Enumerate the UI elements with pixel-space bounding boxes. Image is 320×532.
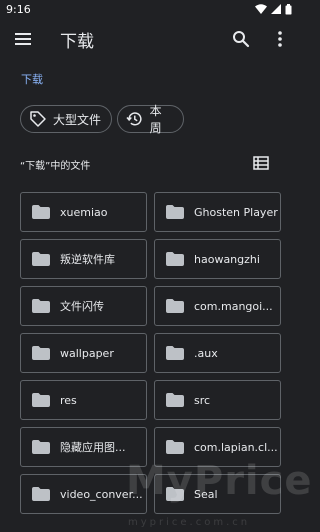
battery-icon [285, 3, 292, 14]
folder-icon [32, 393, 50, 407]
folder-tile[interactable]: Ghosten Player [154, 192, 281, 232]
folder-label: Seal [194, 487, 218, 501]
search-button[interactable] [231, 29, 251, 49]
status-time: 9:16 [6, 2, 31, 16]
folder-icon [32, 205, 50, 219]
folder-icon [166, 205, 184, 219]
hamburger-menu-icon [15, 33, 31, 45]
folder-tile[interactable]: src [154, 380, 281, 420]
list-view-button[interactable] [252, 155, 270, 171]
folder-label: com.mangoi... [194, 299, 273, 313]
folder-icon [32, 487, 50, 501]
section-title: “下载”中的文件 [20, 161, 91, 172]
more-vert-icon [278, 31, 282, 47]
watermark-url: myprice.com.cn [128, 517, 251, 528]
folder-icon [32, 440, 50, 454]
folder-label: src [194, 393, 211, 407]
search-icon [233, 31, 250, 48]
folder-label: 叛逆软件库 [60, 253, 115, 266]
folder-tile[interactable]: com.lapian.cl... [154, 427, 281, 467]
folder-label: wallpaper [60, 346, 114, 360]
folder-icon [166, 252, 184, 266]
chip-large-files[interactable]: 大型文件 [20, 105, 112, 133]
chip-this-week[interactable]: 本周 [117, 104, 184, 135]
more-options-button[interactable] [270, 29, 290, 49]
folder-icon [166, 440, 184, 454]
folder-icon [166, 299, 184, 313]
folder-tile[interactable]: 隐藏应用图... [20, 427, 147, 467]
folder-label: video_conver... [60, 487, 143, 501]
app-bar: 下载 [0, 18, 300, 60]
history-icon [126, 112, 142, 126]
folder-tile[interactable]: Seal [154, 474, 281, 514]
cell-signal-icon [271, 4, 281, 14]
menu-button[interactable] [13, 29, 33, 49]
folder-label: .aux [194, 346, 218, 360]
folder-tile[interactable]: haowangzhi [154, 239, 281, 279]
list-view-icon [253, 156, 269, 170]
tag-icon [30, 111, 46, 127]
folder-icon [32, 299, 50, 313]
folder-label: haowangzhi [194, 252, 260, 266]
folder-tile[interactable]: com.mangoi... [154, 286, 281, 326]
folder-tile[interactable]: res [20, 380, 147, 420]
folder-label: xuemiao [60, 205, 108, 219]
status-icons [255, 3, 292, 15]
folder-label: com.lapian.cl... [194, 440, 278, 454]
folder-tile[interactable]: .aux [154, 333, 281, 373]
folder-tile[interactable]: video_conver... [20, 474, 147, 514]
folder-label: res [60, 393, 77, 407]
folder-label: Ghosten Player [194, 205, 278, 219]
breadcrumb[interactable]: 下载 [21, 71, 43, 87]
folder-tile[interactable]: wallpaper [20, 333, 147, 373]
page-title: 下载 [60, 32, 94, 52]
status-bar: 9:16 [0, 0, 300, 18]
wifi-icon [255, 4, 267, 14]
folder-tile[interactable]: 文件闪传 [20, 286, 147, 326]
chip-this-week-label: 本周 [149, 104, 162, 135]
folder-tile[interactable]: xuemiao [20, 192, 147, 232]
folder-label: 文件闪传 [60, 300, 104, 313]
chip-large-files-label: 大型文件 [53, 112, 102, 127]
folder-icon [32, 346, 50, 360]
folder-icon [166, 346, 184, 360]
folder-icon [166, 393, 184, 407]
folder-tile[interactable]: 叛逆软件库 [20, 239, 147, 279]
folder-label: 隐藏应用图... [60, 441, 126, 454]
folder-icon [166, 487, 184, 501]
folder-icon [32, 252, 50, 266]
